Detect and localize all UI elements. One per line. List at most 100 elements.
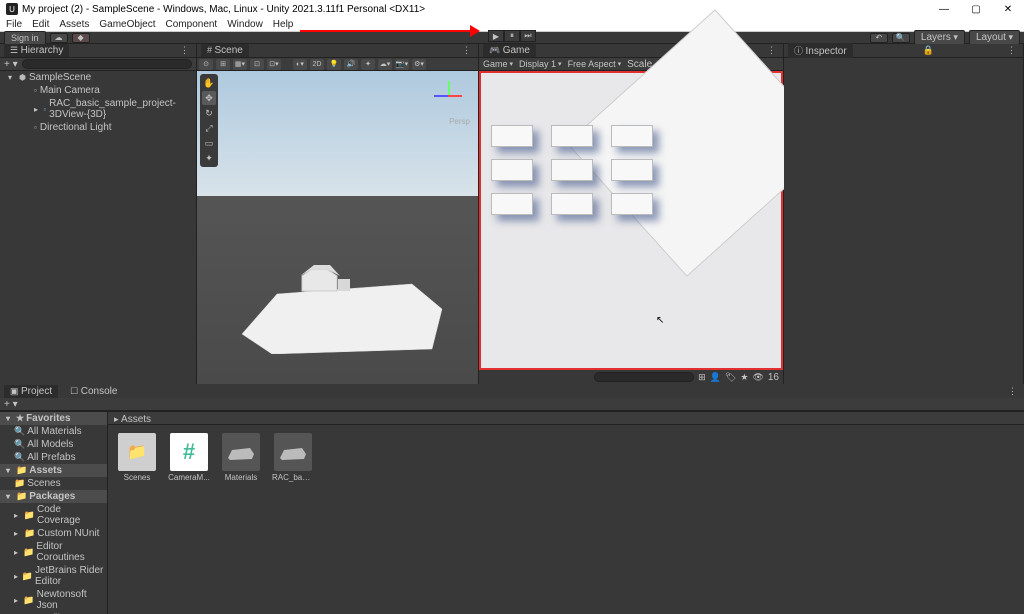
tab-hierarchy[interactable]: ☰ Hierarchy <box>4 44 69 57</box>
gizmos-toggle[interactable]: ⚙▾ <box>412 59 426 70</box>
audio-toggle[interactable]: 🔊 <box>344 59 358 70</box>
play-button[interactable]: ▶ <box>488 30 504 42</box>
grid-toggle[interactable]: ▦▾ <box>233 59 247 70</box>
tab-scene[interactable]: # Scene <box>201 44 249 57</box>
asset-scenes-folder[interactable]: 📁 Scenes <box>116 433 158 482</box>
inspector-panel: ⓘ Inspector 🔒 ⋮ <box>784 44 1024 384</box>
game-options-icon[interactable]: ⋮ <box>764 45 779 56</box>
favorites-header[interactable]: ▾★ Favorites <box>0 412 107 425</box>
tag-icon[interactable]: 🏷 <box>725 372 736 383</box>
camera-icon: ▫ <box>34 86 37 95</box>
persp-label[interactable]: Persp <box>449 117 470 126</box>
snap-settings[interactable]: ⊡▾ <box>267 59 281 70</box>
move-tool[interactable]: ✥ <box>202 91 216 105</box>
playmode-controls: ▶ ⏸ ⏭ <box>488 30 536 42</box>
rect-tool[interactable]: ▭ <box>202 136 216 150</box>
person-icon[interactable]: 👤 <box>710 372 721 383</box>
maximize-button[interactable]: ▢ <box>966 4 986 15</box>
pkg-item[interactable]: ▸📁 Code Coverage <box>0 503 107 527</box>
scene-options-icon[interactable]: ⋮ <box>459 45 474 56</box>
hierarchy-options-icon[interactable]: ⋮ <box>177 45 192 56</box>
hierarchy-item-rac[interactable]: ▸▫ RAC_basic_sample_project-3DView-{3D} <box>0 97 196 121</box>
scene-view[interactable]: ✋ ✥ ↻ ⤢ ▭ ✦ Persp <box>197 71 478 384</box>
menu-edit[interactable]: Edit <box>32 19 49 30</box>
project-breadcrumb[interactable]: ▸ Assets <box>108 412 1024 425</box>
create-dropdown-icon[interactable]: + ▾ <box>4 59 18 70</box>
hierarchy-search-input[interactable] <box>22 59 192 69</box>
game-search-input[interactable] <box>594 372 694 382</box>
fav-all-materials[interactable]: 🔍 All Materials <box>0 425 107 438</box>
model-icon <box>274 433 312 471</box>
packages-header[interactable]: ▾📁 Packages <box>0 490 107 503</box>
csharp-script-icon: # <box>170 433 208 471</box>
hierarchy-item-main-camera[interactable]: ▫ Main Camera <box>0 84 196 97</box>
hierarchy-panel: ☰ Hierarchy ⋮ + ▾ ▾⬢ SampleScene ▫ Main … <box>0 44 197 384</box>
prefab-icon: ▫ <box>43 105 46 114</box>
game-panel: 🎮 Game ⋮ Game Display 1 Free Aspect Scal… <box>479 44 784 384</box>
hierarchy-item-light[interactable]: ▫ Directional Light <box>0 121 196 134</box>
menu-file[interactable]: File <box>6 19 22 30</box>
asset-cameram-script[interactable]: # CameraM... <box>168 433 210 482</box>
display-dropdown[interactable]: Display 1 <box>519 59 562 69</box>
pkg-item[interactable]: ▸📁 Newtonsoft Json <box>0 588 107 612</box>
minimize-button[interactable]: — <box>934 4 954 15</box>
local-toggle[interactable]: ⊞ <box>216 59 230 70</box>
assets-header[interactable]: ▾📁 Assets <box>0 464 107 477</box>
rotate-tool[interactable]: ↻ <box>202 106 216 120</box>
game-view[interactable]: ↖ <box>479 71 783 370</box>
visibility-icon[interactable]: 👁 <box>752 372 763 383</box>
fav-all-models[interactable]: 🔍 All Models <box>0 438 107 451</box>
layout-dropdown[interactable]: Layout ▾ <box>969 30 1020 45</box>
window-title: My project (2) - SampleScene - Windows, … <box>22 4 425 15</box>
scene-root[interactable]: ▾⬢ SampleScene <box>0 71 196 84</box>
search-icon[interactable]: 🔍 <box>892 33 910 43</box>
menu-gameobject[interactable]: GameObject <box>99 19 155 30</box>
aspect-dropdown[interactable]: Free Aspect <box>568 59 622 69</box>
cloud-icon[interactable]: ☁ <box>50 33 68 43</box>
tab-inspector[interactable]: ⓘ Inspector <box>788 43 853 58</box>
orientation-gizmo[interactable] <box>430 77 468 115</box>
close-button[interactable]: ✕ <box>998 4 1018 15</box>
menu-assets[interactable]: Assets <box>59 19 89 30</box>
inspector-lock-icon[interactable]: 🔒 <box>923 45 934 56</box>
lighting-toggle[interactable]: 💡 <box>327 59 341 70</box>
menu-help[interactable]: Help <box>273 19 294 30</box>
asset-materials[interactable]: Materials <box>220 433 262 482</box>
draw-mode[interactable]: ◐▾ <box>293 59 307 70</box>
camera-settings[interactable]: 📷▾ <box>395 59 409 70</box>
metal-icon[interactable]: ⊞ <box>698 372 706 383</box>
game-footer: ⊞ 👤 🏷 ★ 👁 16 <box>479 370 783 384</box>
annotation-arrow <box>300 28 480 34</box>
pkg-item[interactable]: ▸📁 JetBrains Rider Editor <box>0 564 107 588</box>
signin-button[interactable]: Sign in <box>4 31 46 45</box>
hidden-toggle[interactable]: ☁▾ <box>378 59 392 70</box>
fx-toggle[interactable]: ✦ <box>361 59 375 70</box>
tab-project[interactable]: ▣ Project <box>4 385 58 398</box>
tree-scenes[interactable]: 📁 Scenes <box>0 477 107 490</box>
pkg-item[interactable]: ▸📁 Editor Coroutines <box>0 540 107 564</box>
collab-icon[interactable]: ◆ <box>72 33 90 43</box>
undo-history-icon[interactable]: ↶ <box>870 33 888 43</box>
step-button[interactable]: ⏭ <box>520 30 536 42</box>
project-tree[interactable]: ▾★ Favorites 🔍 All Materials 🔍 All Model… <box>0 412 108 614</box>
menu-component[interactable]: Component <box>166 19 218 30</box>
scale-tool[interactable]: ⤢ <box>202 121 216 135</box>
snap-toggle[interactable]: ⊡ <box>250 59 264 70</box>
asset-rac-model[interactable]: RAC_basi... <box>272 433 314 482</box>
tab-game[interactable]: 🎮 Game <box>483 44 536 57</box>
game-mode-dropdown[interactable]: Game <box>483 59 513 69</box>
transform-tool[interactable]: ✦ <box>202 151 216 165</box>
layers-dropdown[interactable]: Layers ▾ <box>914 30 965 45</box>
pause-button[interactable]: ⏸ <box>504 30 520 42</box>
pkg-item[interactable]: ▸📁 Custom NUnit <box>0 527 107 540</box>
2d-toggle[interactable]: 2D <box>310 59 324 70</box>
hand-tool[interactable]: ✋ <box>202 76 216 90</box>
inspector-options-icon[interactable]: ⋮ <box>1004 45 1019 56</box>
pivot-toggle[interactable]: ⊙ <box>199 59 213 70</box>
star-icon[interactable]: ★ <box>740 372 748 383</box>
project-create-dropdown[interactable]: + ▾ <box>4 399 18 410</box>
menu-window[interactable]: Window <box>227 19 263 30</box>
project-options-icon[interactable]: ⋮ <box>1005 386 1020 397</box>
tab-console[interactable]: ☐ Console <box>64 385 123 398</box>
fav-all-prefabs[interactable]: 🔍 All Prefabs <box>0 451 107 464</box>
